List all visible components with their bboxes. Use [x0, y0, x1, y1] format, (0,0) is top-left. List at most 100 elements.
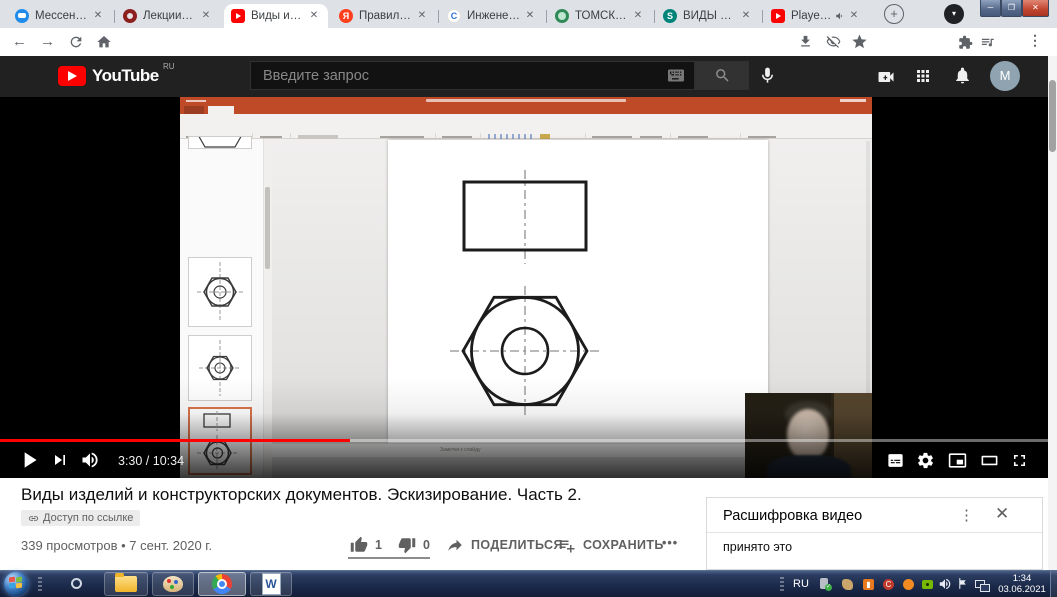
play-icon[interactable]: [16, 447, 42, 473]
close-icon[interactable]: ✕: [307, 9, 321, 23]
search-input[interactable]: [250, 61, 695, 90]
taskbar-chrome-button[interactable]: [198, 572, 246, 596]
progress-bar-played[interactable]: [0, 439, 350, 442]
tab-messenger[interactable]: Мессенджер ✕: [8, 4, 112, 28]
tray-icon[interactable]: ▮: [861, 577, 876, 592]
share-button[interactable]: ПОДЕЛИТЬСЯ: [446, 536, 563, 554]
tab-youtube-active[interactable]: Виды издели ✕: [224, 4, 328, 28]
network-tray-icon[interactable]: [974, 577, 989, 592]
close-icon[interactable]: ✕: [415, 9, 429, 23]
microphone-icon[interactable]: [758, 66, 777, 85]
page-scrollbar[interactable]: [1048, 56, 1057, 570]
tab-title: ВИДЫ ИЗДЕЛ: [683, 10, 736, 22]
reload-icon[interactable]: [68, 34, 84, 50]
taskbar-clock[interactable]: 1:34 03.06.2021: [996, 573, 1048, 595]
windows-taskbar: W RU ✓ ▮ C: [0, 570, 1057, 597]
youtube-logo-icon[interactable]: [58, 66, 86, 86]
back-icon[interactable]: ←: [12, 33, 27, 50]
reading-list-icon[interactable]: [980, 35, 995, 50]
next-video-icon[interactable]: [50, 450, 70, 470]
taskbar-paint-button[interactable]: [152, 572, 194, 596]
close-window-button[interactable]: ✕: [1022, 0, 1049, 17]
settings-gear-icon[interactable]: [916, 451, 935, 470]
like-count: 1: [375, 538, 382, 552]
chevron-down-icon[interactable]: ▾: [944, 4, 964, 24]
language-indicator[interactable]: RU: [793, 578, 809, 590]
action-center-flag-icon[interactable]: [956, 577, 971, 592]
share-arrow-icon: [446, 536, 464, 554]
tab-title: Лекции on-lin: [143, 10, 196, 22]
tab-tomsk[interactable]: ТОМСКИЙ ✕: [548, 4, 652, 28]
close-icon[interactable]: ✕: [199, 9, 213, 23]
tray-icon[interactable]: [840, 577, 855, 592]
playlist-add-icon: [558, 536, 576, 554]
new-tab-button[interactable]: +: [884, 4, 904, 24]
tray-icon[interactable]: C: [881, 577, 896, 592]
panel-scrollbar-thumb[interactable]: [265, 187, 270, 269]
close-icon[interactable]: ✕: [847, 9, 861, 23]
like-button[interactable]: 1: [350, 536, 382, 554]
youtube-logo-text[interactable]: YouTube: [92, 66, 159, 86]
show-desktop-button[interactable]: [1050, 571, 1057, 597]
search-button[interactable]: [695, 61, 749, 90]
theater-mode-icon[interactable]: [980, 451, 999, 470]
tab-separator: [654, 10, 655, 23]
start-button[interactable]: [4, 572, 28, 596]
more-actions-button[interactable]: •••: [662, 536, 678, 550]
scrollbar-thumb[interactable]: [1049, 80, 1056, 152]
tab-engineering[interactable]: C Инженерная ✕: [440, 4, 544, 28]
taskbar-word-button[interactable]: W: [250, 572, 292, 596]
nvidia-tray-icon[interactable]: [920, 577, 935, 592]
folder-icon: [115, 576, 137, 592]
close-icon[interactable]: ✕: [631, 9, 645, 23]
usb-tray-icon[interactable]: ✓: [818, 577, 833, 592]
dislike-button[interactable]: 0: [398, 536, 430, 554]
transcript-close-icon[interactable]: ✕: [995, 504, 1009, 524]
eye-off-icon[interactable]: [826, 34, 841, 49]
antivirus-tray-icon[interactable]: [901, 577, 916, 592]
close-icon[interactable]: ✕: [523, 9, 537, 23]
maximize-button[interactable]: ❐: [1001, 0, 1022, 17]
tab-products[interactable]: S ВИДЫ ИЗДЕЛ ✕: [656, 4, 760, 28]
slide-thumbnail-partial[interactable]: [188, 136, 252, 149]
forward-icon[interactable]: →: [40, 33, 55, 50]
video-stats: 339 просмотров • 7 сент. 2020 г.: [21, 538, 212, 553]
notifications-bell-icon[interactable]: [953, 66, 972, 85]
fullscreen-icon[interactable]: [1010, 451, 1029, 470]
youtube-avatar[interactable]: M: [990, 61, 1020, 91]
tab-lectures[interactable]: Лекции on-lin ✕: [116, 4, 220, 28]
apps-grid-icon[interactable]: [914, 67, 932, 85]
thumb-down-icon: [398, 536, 416, 554]
minimize-button[interactable]: ─: [980, 0, 1001, 17]
c-favicon: C: [447, 9, 461, 23]
taskbar-explorer-button[interactable]: [104, 572, 148, 596]
transcript-line[interactable]: принято это: [723, 540, 792, 554]
chrome-icon: [212, 574, 232, 594]
keyboard-icon[interactable]: [668, 69, 684, 82]
close-icon[interactable]: ✕: [739, 9, 753, 23]
save-button[interactable]: СОХРАНИТЬ: [558, 536, 664, 554]
lectures-favicon: [123, 9, 137, 23]
save-page-icon[interactable]: [798, 34, 813, 49]
home-icon[interactable]: [96, 34, 112, 50]
bookmark-star-icon[interactable]: [852, 34, 867, 49]
volume-tray-icon[interactable]: [938, 577, 953, 592]
tab-rules[interactable]: Я Правила про ✕: [332, 4, 436, 28]
close-icon[interactable]: ✕: [91, 9, 105, 23]
browser-menu-kebab-icon[interactable]: ⋮: [1028, 32, 1042, 49]
miniplayer-icon[interactable]: [948, 451, 967, 470]
transcript-kebab-icon[interactable]: ⋮: [959, 506, 974, 524]
tab-separator: [762, 10, 763, 23]
progress-bar-remaining[interactable]: [350, 439, 1048, 442]
yandex-favicon: Я: [339, 9, 353, 23]
slide-thumbnail[interactable]: [188, 257, 252, 327]
taskbar-handle: [38, 577, 42, 591]
tab-playerunknown[interactable]: PlayerUnk ✕: [764, 4, 868, 28]
puzzle-extensions-icon[interactable]: [958, 35, 973, 50]
tab-audio-icon[interactable]: [835, 11, 845, 21]
subtitles-icon[interactable]: [886, 451, 905, 470]
video-player[interactable]: Заметки к слайду 3:30 / 10:34: [0, 97, 1048, 478]
thumb-up-icon: [350, 536, 368, 554]
create-video-icon[interactable]: [876, 67, 896, 87]
volume-icon[interactable]: [80, 450, 100, 470]
